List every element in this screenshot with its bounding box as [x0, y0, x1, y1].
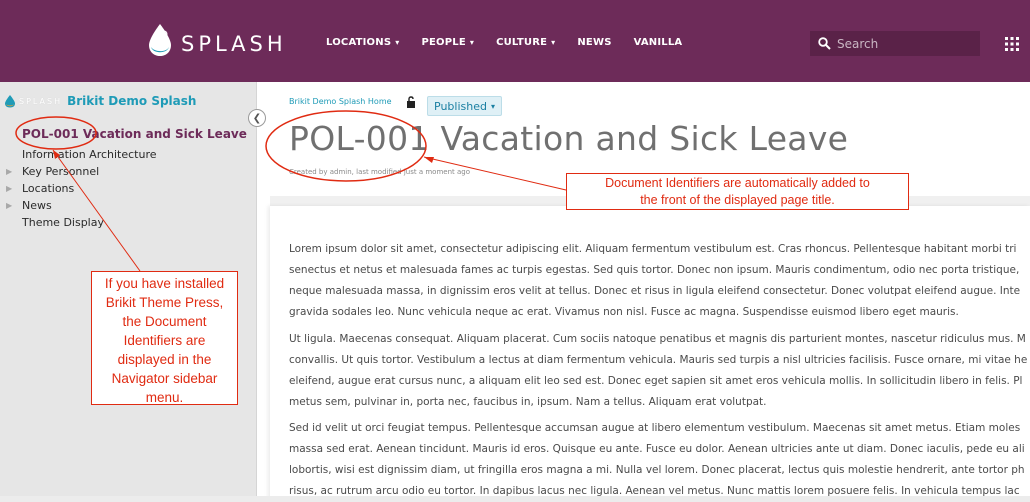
chevron-down-icon: ▾ — [395, 38, 400, 47]
text-line: convallis. Ut quis tortor. Vestibulum a … — [289, 354, 1028, 366]
annotation-title-note: Document Identifiers are automatically a… — [566, 173, 909, 210]
nav-item-vanilla[interactable]: VANILLA — [634, 37, 683, 48]
sidebar-item-key-personnel[interactable]: ▶ Key Personnel — [6, 163, 247, 180]
sidebar-item-label: Information Architecture — [22, 148, 157, 161]
sidebar-item-news[interactable]: ▶ News — [6, 197, 247, 214]
app-grid-icon[interactable] — [1004, 36, 1020, 52]
text-line: eleifend, augue erat cursus nunc, a aliq… — [289, 375, 1023, 387]
text-line: Sed id velit ut orci feugiat tempus. Pel… — [289, 422, 1021, 434]
main-nav: LOCATIONS ▾ PEOPLE ▾ CULTURE ▾ NEWS VANILLA — [326, 37, 704, 48]
water-drop-icon — [149, 24, 171, 56]
status-dropdown[interactable]: Published ▾ — [427, 96, 502, 116]
unlock-icon[interactable] — [406, 96, 416, 108]
chevron-left-icon: ❮ — [252, 112, 262, 124]
nav-item-people[interactable]: PEOPLE ▾ — [421, 37, 474, 48]
search-box[interactable] — [810, 31, 980, 56]
sidebar-item-label: Locations — [22, 182, 75, 195]
splash-logo[interactable]: SPLASH — [145, 22, 287, 58]
text-line: Lorem ipsum dolor sit amet, consectetur … — [289, 243, 1017, 255]
nav-item-news[interactable]: NEWS — [577, 37, 611, 48]
text-line: Ut ligula. Maecenas consequat. Aliquam p… — [289, 333, 1026, 345]
top-navigation-bar: SPLASH LOCATIONS ▾ PEOPLE ▾ CULTURE ▾ NEWS … — [0, 0, 1030, 82]
sidebar-item-label: POL-001 Vacation and Sick Leave — [22, 127, 247, 141]
water-drop-icon — [5, 95, 15, 108]
sidebar-item-label: Theme Display — [22, 216, 104, 229]
chevron-down-icon: ▾ — [490, 101, 495, 111]
paragraph-1: Lorem ipsum dolor sit amet, consectetur … — [289, 239, 1030, 323]
text-line: lobortis, wisi est dignissim diam, ut fr… — [289, 464, 1025, 476]
chevron-down-icon: ▾ — [551, 38, 556, 47]
paragraph-2: Ut ligula. Maecenas consequat. Aliquam p… — [289, 329, 1030, 413]
breadcrumb[interactable]: Brikit Demo Splash Home — [289, 97, 392, 106]
annotation-line: the Document — [122, 314, 207, 329]
sidebar-item-information-architecture[interactable]: Information Architecture — [6, 146, 247, 163]
sidebar-item-locations[interactable]: ▶ Locations — [6, 180, 247, 197]
collapse-sidebar-button[interactable]: ❮ — [248, 109, 266, 127]
paragraph-3: Sed id velit ut orci feugiat tempus. Pel… — [289, 418, 1030, 502]
annotation-line: Document Identifiers are automatically a… — [605, 176, 870, 190]
expand-triangle-icon[interactable]: ▶ — [6, 184, 16, 193]
annotation-line: menu. — [145, 390, 184, 405]
sidebar-header[interactable]: SPLASH Brikit Demo Splash — [4, 94, 196, 108]
search-icon — [818, 37, 831, 50]
nav-label: CULTURE — [496, 37, 548, 48]
page-metadata: Created by admin, last modified just a m… — [289, 168, 471, 176]
nav-label: VANILLA — [633, 37, 683, 48]
annotation-sidebar-note: If you have installed Brikit Theme Press… — [91, 271, 238, 405]
nav-label: LOCATIONS — [326, 37, 392, 48]
annotation-line: displayed in the — [117, 352, 212, 367]
chevron-down-icon: ▾ — [469, 38, 475, 47]
nav-label: PEOPLE — [421, 37, 466, 48]
status-label: Published — [434, 99, 487, 113]
text-line: massa sed erat. Aenean tincidunt. Mauris… — [289, 443, 1025, 455]
sidebar-item-pol-001[interactable]: POL-001 Vacation and Sick Leave — [6, 124, 247, 144]
text-line: senectus et netus et malesuada fames ac … — [289, 264, 1020, 276]
text-line: metus sem, pulvinar in, porta nec, fauci… — [289, 396, 767, 408]
expand-triangle-icon[interactable]: ▶ — [6, 201, 16, 210]
search-input[interactable] — [837, 36, 967, 51]
sidebar-item-label: Key Personnel — [22, 165, 100, 178]
page-title: POL-001 Vacation and Sick Leave — [289, 119, 849, 158]
nav-item-locations[interactable]: LOCATIONS ▾ — [326, 37, 399, 48]
nav-label: NEWS — [577, 37, 612, 48]
annotation-line: Navigator sidebar — [111, 371, 218, 386]
text-line: gravida sodales leo. Nunc vehicula neque… — [289, 306, 959, 318]
sidebar-tree: POL-001 Vacation and Sick Leave Informat… — [6, 124, 247, 231]
annotation-line: the front of the displayed page title. — [640, 193, 835, 207]
mini-brand: SPLASH — [19, 96, 63, 106]
brand-name: SPLASH — [181, 32, 287, 56]
sidebar-item-label: News — [22, 199, 52, 212]
annotation-line: Identifiers are — [123, 333, 206, 348]
sidebar-site-name[interactable]: Brikit Demo Splash — [67, 94, 196, 108]
annotation-line: Brikit Theme Press, — [105, 295, 224, 310]
bottom-edge — [0, 496, 1030, 502]
annotation-line: If you have installed — [104, 276, 225, 291]
sidebar-item-theme-display[interactable]: Theme Display — [6, 214, 247, 231]
expand-triangle-icon[interactable]: ▶ — [6, 167, 16, 176]
nav-item-culture[interactable]: CULTURE ▾ — [496, 37, 555, 48]
text-line: neque malesuada massa, in dignissim eros… — [289, 285, 1021, 297]
